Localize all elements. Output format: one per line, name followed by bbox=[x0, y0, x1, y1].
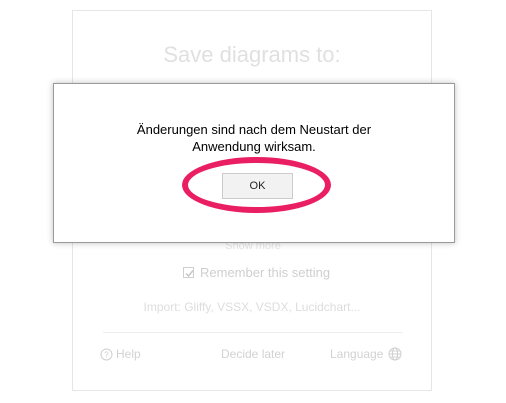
dialog-message-line-1: Änderungen sind nach dem Neustart der bbox=[136, 122, 372, 137]
panel-title: Save diagrams to: bbox=[163, 42, 341, 67]
screen: Save diagrams to: Show more Remember thi… bbox=[0, 0, 506, 403]
restart-notice-dialog: Änderungen sind nach dem Neustart der An… bbox=[53, 83, 455, 243]
footer-divider bbox=[103, 332, 403, 333]
remember-checkbox[interactable] bbox=[183, 267, 194, 278]
help-link[interactable]: ? Help bbox=[100, 347, 141, 361]
globe-icon bbox=[388, 347, 402, 361]
language-label: Language bbox=[330, 347, 384, 361]
help-icon: ? bbox=[100, 348, 113, 361]
help-label: Help bbox=[116, 347, 141, 361]
import-link[interactable]: Import: Gliffy, VSSX, VSDX, Lucidchart..… bbox=[73, 300, 431, 314]
dialog-message-line-2: Anwendung wirksam. bbox=[192, 139, 316, 154]
svg-text:?: ? bbox=[104, 350, 109, 359]
decide-later-link[interactable]: Decide later bbox=[221, 347, 285, 361]
remember-label: Remember this setting bbox=[200, 265, 331, 280]
partially-hidden-label: Show more bbox=[225, 243, 281, 252]
dialog-message: Änderungen sind nach dem Neustart der An… bbox=[54, 121, 454, 155]
checkmark-icon bbox=[185, 270, 194, 278]
remember-setting-row[interactable]: Remember this setting bbox=[183, 265, 330, 280]
ok-button[interactable]: OK bbox=[222, 173, 293, 199]
language-selector[interactable]: Language bbox=[330, 347, 402, 361]
